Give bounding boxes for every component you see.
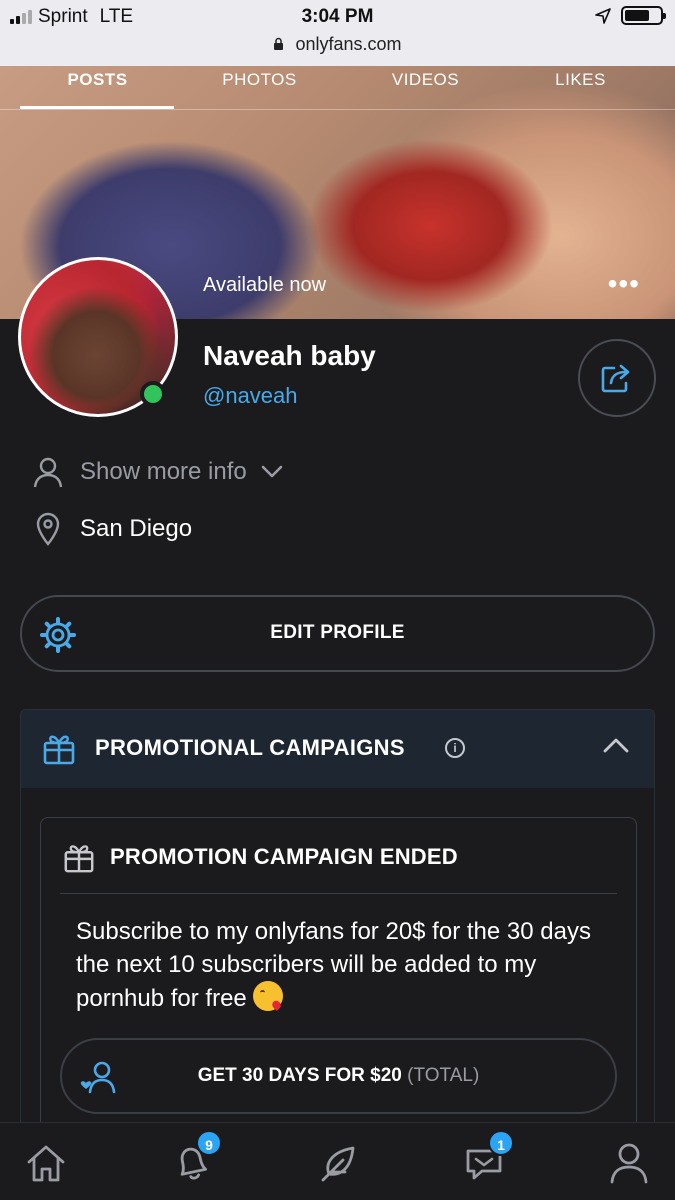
location-row: San Diego <box>32 512 192 546</box>
promotion-campaign-card: PROMOTION CAMPAIGN ENDED Subscribe to my… <box>40 817 637 1138</box>
home-icon <box>27 1145 65 1182</box>
promotional-campaigns-title: PROMOTIONAL CAMPAIGNS <box>95 735 405 760</box>
edit-profile-label: EDIT PROFILE <box>270 622 405 643</box>
show-more-info-toggle[interactable]: Show more info <box>32 455 283 489</box>
promotional-campaigns-panel: PROMOTIONAL CAMPAIGNS i PROMOTION CAMPAI… <box>20 709 655 1139</box>
chevron-up-icon[interactable] <box>603 736 629 754</box>
share-button[interactable] <box>578 339 656 417</box>
subscribe-offer-text: GET 30 DAYS FOR $20 <box>197 1065 402 1086</box>
map-pin-icon <box>32 512 64 546</box>
lock-icon <box>274 37 284 50</box>
promotional-campaigns-header[interactable]: PROMOTIONAL CAMPAIGNS i <box>21 710 654 788</box>
profile-screen: Sprint LTE 3:04 PM onlyfans.com POSTS PH… <box>0 0 675 1200</box>
availability-status: Available now <box>203 274 327 296</box>
tab-videos[interactable]: VIDEOS <box>348 70 503 90</box>
gift-icon <box>43 735 75 765</box>
subscribe-offer-total: (TOTAL) <box>407 1065 480 1086</box>
location-text: San Diego <box>80 515 193 542</box>
edit-profile-button[interactable]: EDIT PROFILE <box>20 595 655 672</box>
tab-photos[interactable]: PHOTOS <box>182 70 337 90</box>
profile-tabs: POSTS PHOTOS VIDEOS LIKES <box>0 66 675 110</box>
url-text: onlyfans.com <box>295 34 402 54</box>
feather-icon <box>321 1146 355 1182</box>
nav-notifications[interactable]: 9 <box>170 1130 222 1185</box>
share-icon <box>601 364 630 393</box>
subscribe-offer-button[interactable]: GET 30 DAYS FOR $20 (TOTAL) <box>60 1038 617 1114</box>
tab-likes[interactable]: LIKES <box>503 70 658 90</box>
campaign-description-text: Subscribe to my onlyfans for 20$ for the… <box>76 918 591 1012</box>
show-more-info-label: Show more info <box>80 458 247 485</box>
location-arrow-icon <box>595 7 611 24</box>
online-indicator <box>140 381 166 407</box>
divider <box>60 893 617 894</box>
nav-create-post[interactable] <box>316 1141 360 1185</box>
address-bar[interactable]: onlyfans.com <box>0 34 675 55</box>
nav-home[interactable] <box>24 1141 68 1185</box>
nav-profile[interactable] <box>607 1141 651 1185</box>
tab-posts[interactable]: POSTS <box>20 70 175 90</box>
gift-icon <box>64 845 94 873</box>
messages-badge: 1 <box>488 1130 514 1156</box>
kiss-emoji-icon <box>253 981 284 1011</box>
user-icon <box>32 455 64 489</box>
status-icons <box>595 6 666 25</box>
user-icon <box>610 1143 648 1184</box>
active-tab-indicator <box>20 106 174 109</box>
battery-icon <box>621 6 666 25</box>
subscribe-offer-label: GET 30 DAYS FOR $20 (TOTAL) <box>62 1065 615 1087</box>
bottom-navigation: 9 1 <box>0 1122 675 1200</box>
clock: 3:04 PM <box>301 6 374 27</box>
profile-name: Naveah baby <box>203 340 376 371</box>
ios-status-bar: Sprint LTE 3:04 PM onlyfans.com <box>0 0 675 66</box>
profile-handle[interactable]: @naveah <box>203 383 298 409</box>
more-options-button[interactable]: ••• <box>608 270 640 298</box>
notifications-badge: 9 <box>196 1130 222 1156</box>
info-icon[interactable]: i <box>445 738 465 758</box>
campaign-title: PROMOTION CAMPAIGN ENDED <box>110 844 458 869</box>
chevron-down-icon <box>261 465 283 478</box>
campaign-description: Subscribe to my onlyfans for 20$ for the… <box>76 915 606 1015</box>
nav-messages[interactable]: 1 <box>462 1130 514 1185</box>
